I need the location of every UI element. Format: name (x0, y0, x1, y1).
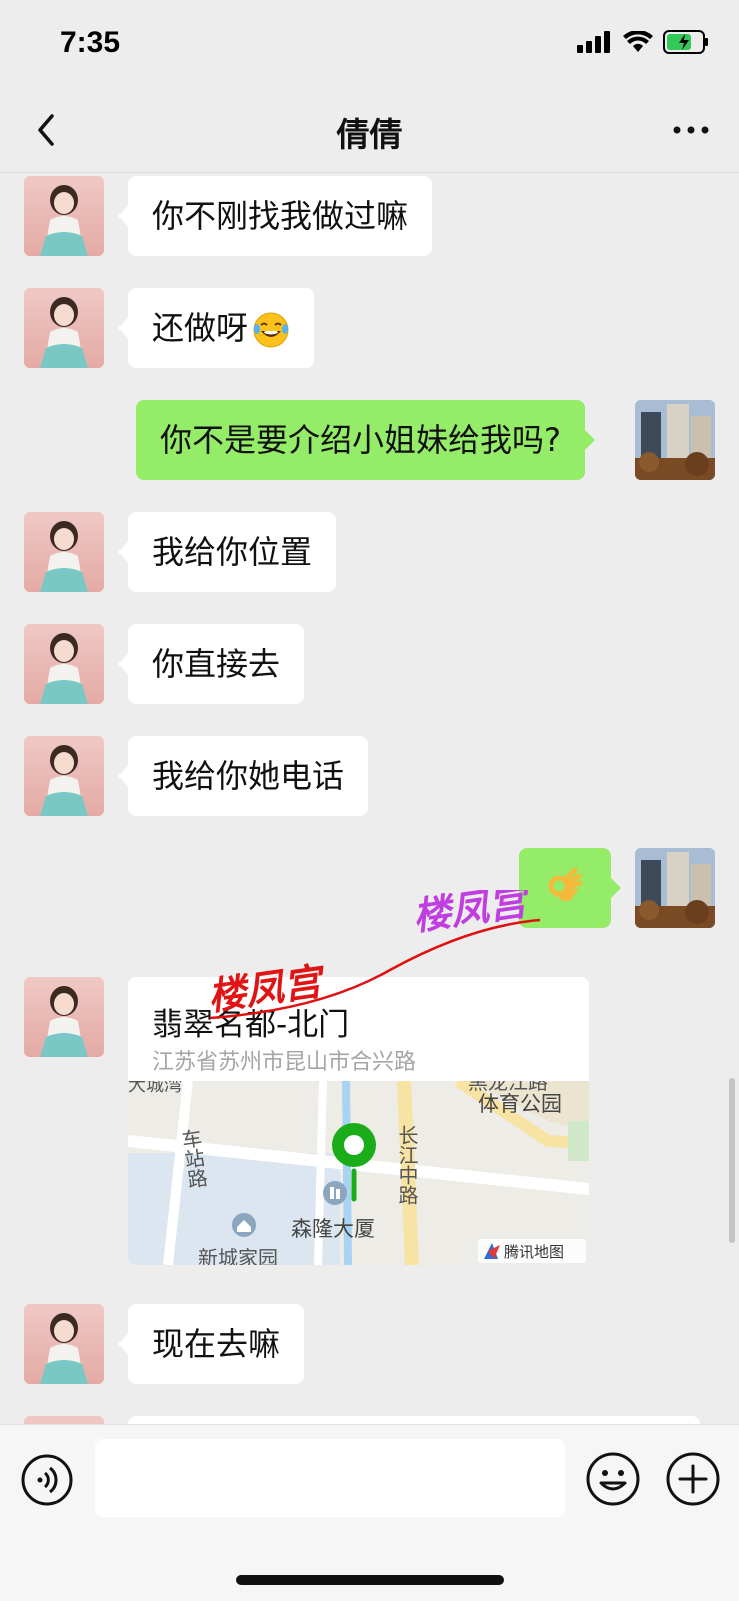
avatar-girl-icon (40, 185, 88, 256)
contact-avatar[interactable] (24, 736, 104, 816)
map-label-top-left: 大城湾 (128, 1081, 182, 1095)
signal-icon (577, 31, 610, 53)
message-bubble[interactable]: 现在去嘛 (117, 1304, 305, 1384)
message-text: 你不刚找我做过嘛 (152, 197, 409, 235)
message-bubble[interactable]: 你直接去 (117, 624, 305, 704)
message-text: 你直接去 (152, 645, 281, 683)
more-functions-button[interactable] (665, 1451, 721, 1507)
avatar-girl-icon (40, 1313, 88, 1384)
laughing-tears-icon (253, 312, 289, 348)
my-avatar[interactable] (635, 400, 715, 480)
message-text: 还做呀 (152, 309, 249, 347)
input-bar (0, 1424, 739, 1601)
contact-avatar[interactable] (24, 1416, 104, 1424)
contact-avatar[interactable] (24, 1304, 104, 1384)
avatar-girl-icon (40, 521, 88, 592)
message-text: 我给你位置 (152, 533, 313, 571)
contact-avatar[interactable] (24, 624, 104, 704)
my-avatar[interactable] (635, 848, 715, 928)
avatar-girl-icon (40, 745, 88, 816)
message-text: 你不是要介绍小姐妹给我吗? (160, 421, 561, 459)
status-bar: 7:35 (0, 0, 739, 90)
status-time: 7:35 (60, 26, 121, 59)
map-label-road-2: 长江中路 (395, 1125, 418, 1205)
voice-input-button[interactable] (20, 1453, 74, 1507)
message-bubble[interactable]: 我给你她电话 (117, 736, 369, 816)
avatar-girl-icon (40, 633, 88, 704)
home-indicator (236, 1575, 504, 1585)
message-text: 现在去嘛 (152, 1325, 281, 1363)
contact-avatar[interactable] (24, 977, 104, 1057)
map-label-residential: 新城家园 (198, 1247, 278, 1265)
avatar-buildings-icon (635, 400, 715, 480)
message-text: 我给你她电话 (152, 757, 345, 795)
message-bubble[interactable]: 我给你位置 (117, 512, 337, 592)
map-brand: 腾讯地图 (504, 1244, 564, 1261)
emoji-button[interactable] (585, 1451, 641, 1507)
watermark: 楼凤宫 楼凤宫 (205, 890, 541, 1020)
wifi-icon (623, 31, 653, 52)
scrollbar-thumb[interactable] (729, 1078, 735, 1243)
watermark-text-2: 楼凤宫 (410, 890, 534, 939)
map-label-building: 森隆大厦 (291, 1218, 375, 1241)
message-input[interactable] (95, 1439, 565, 1517)
more-options-button[interactable] (671, 118, 711, 142)
avatar-girl-icon (40, 297, 88, 368)
battery-charging-icon (663, 30, 708, 54)
location-address: 江苏省苏州市昆山市合兴路 (152, 1050, 417, 1075)
chat-title: 倩倩 (336, 115, 403, 154)
contact-avatar[interactable] (24, 176, 104, 256)
status-icons (577, 30, 709, 54)
nav-bar: 倩倩 (0, 90, 739, 173)
map-label-park: 体育公园 (478, 1093, 562, 1116)
watermark-text-1: 楼凤宫 (205, 959, 329, 1019)
message-bubble-partial[interactable] (128, 1416, 700, 1424)
message-bubble[interactable]: 还做呀 (117, 288, 315, 368)
chat-area[interactable]: 你不刚找我做过嘛 还做呀 你不是要介绍小姐妹给我吗? 我给你位置 你直接去 我给… (0, 172, 739, 1424)
message-bubble[interactable]: 你不是要介绍小姐妹给我吗? (136, 400, 595, 480)
avatar-buildings-icon (635, 848, 715, 928)
contact-avatar[interactable] (24, 288, 104, 368)
avatar-girl-icon (40, 986, 88, 1057)
contact-avatar[interactable] (24, 512, 104, 592)
location-map[interactable]: 大城湾 黑龙江路 体育公园 车站路 长江中路 森隆大厦 新城家园 腾讯地图 (128, 1081, 589, 1265)
message-bubble[interactable]: 你不刚找我做过嘛 (117, 176, 433, 256)
